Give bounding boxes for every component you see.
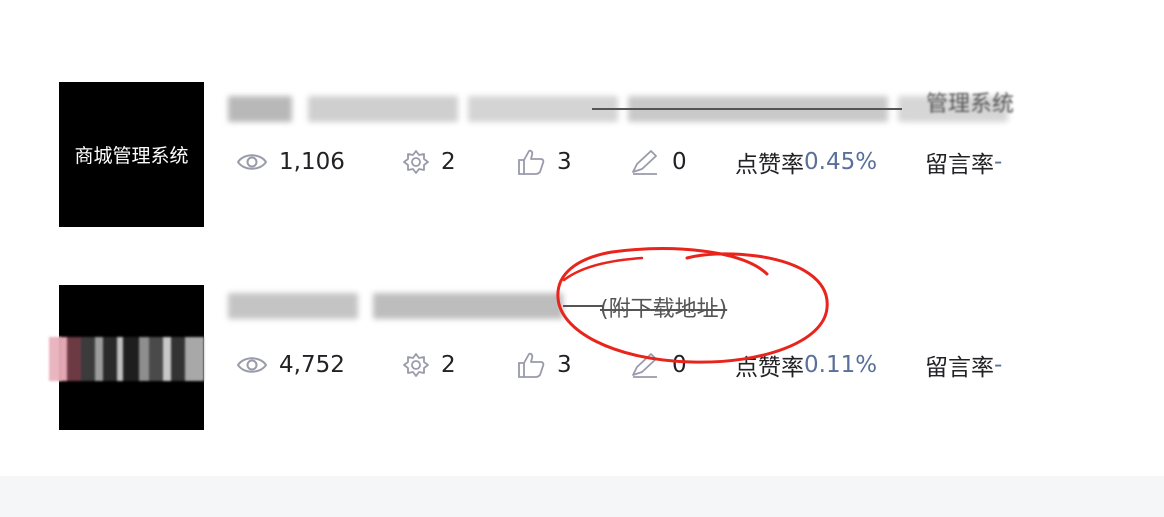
- title-fragment: 管理系统: [926, 92, 1015, 117]
- blurred-title-segment: [228, 293, 358, 319]
- message-rate-value: -: [994, 352, 1003, 378]
- blurred-title-segment: [373, 293, 563, 319]
- article-stats: 1,106 2 3 0 点赞率 0.45% 留言率 -: [236, 146, 1036, 178]
- favorites-count: 2: [441, 149, 456, 175]
- pencil-icon: [632, 150, 657, 175]
- views-stat: 4,752: [236, 349, 345, 381]
- likes-count: 3: [557, 149, 572, 175]
- thumbnail-blur: [59, 337, 204, 381]
- message-rate-stat: 留言率 -: [925, 349, 1002, 381]
- blurred-title-segment: [228, 96, 292, 122]
- page-footer-band: [0, 476, 1164, 517]
- views-stat: 1,106: [236, 146, 345, 178]
- article-title[interactable]: 管理系统: [228, 92, 1018, 126]
- star-icon: [403, 150, 429, 174]
- star-icon: [403, 353, 429, 377]
- thumbnail-caption: 商城管理系统: [74, 145, 189, 167]
- views-count: 1,106: [279, 149, 345, 175]
- comments-count: 0: [672, 149, 687, 175]
- thumb-up-icon: [518, 352, 545, 378]
- eye-icon: [236, 154, 268, 170]
- likes-stat: 3: [516, 146, 572, 178]
- message-rate-label: 留言率: [925, 355, 994, 381]
- message-rate-stat: 留言率 -: [925, 146, 1002, 178]
- article-thumbnail[interactable]: [49, 285, 204, 430]
- like-rate-label: 点赞率: [735, 152, 804, 178]
- like-rate-value: 0.45%: [804, 149, 878, 175]
- views-count: 4,752: [279, 352, 345, 378]
- eye-icon: [236, 357, 268, 373]
- favorites-stat: 2: [402, 349, 456, 381]
- message-rate-value: -: [994, 149, 1003, 175]
- blurred-title-segment: [308, 96, 458, 122]
- title-strikethrough: [592, 108, 902, 110]
- article-thumbnail[interactable]: 商城管理系统: [59, 82, 204, 227]
- like-rate-stat: 点赞率 0.45%: [735, 146, 877, 178]
- comments-stat: 0: [629, 146, 687, 178]
- favorites-stat: 2: [402, 146, 456, 178]
- message-rate-label: 留言率: [925, 152, 994, 178]
- article-row[interactable]: 商城管理系统 管理系统 1,106 2 3 0 点赞率 0.45% 留言率 -: [0, 82, 1164, 228]
- thumb-up-icon: [518, 149, 545, 175]
- favorites-count: 2: [441, 352, 456, 378]
- annotation-circle: [556, 247, 829, 364]
